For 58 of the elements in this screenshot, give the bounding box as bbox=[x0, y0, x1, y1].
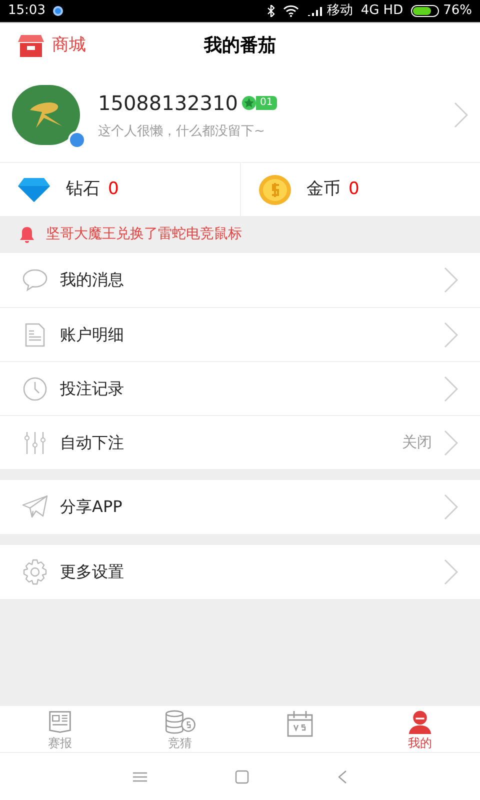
stat-value: 0 bbox=[348, 178, 360, 201]
calendar-icon bbox=[286, 710, 314, 738]
chevron-right-icon bbox=[444, 376, 458, 402]
chevron-right-icon bbox=[454, 102, 468, 128]
chevron-right-icon bbox=[444, 559, 458, 585]
chevron-right-icon bbox=[444, 267, 458, 293]
menu-label: 更多设置 bbox=[60, 561, 125, 583]
sliders-icon bbox=[23, 430, 47, 454]
profile-card[interactable]: 15088132310 01 这个人很懒，什么都没留下~ bbox=[0, 68, 480, 162]
app-notification-icon bbox=[53, 6, 64, 16]
menu-item[interactable]: 我的消息 bbox=[0, 253, 480, 307]
gear-icon bbox=[22, 559, 48, 585]
level-badge: 01 bbox=[256, 96, 277, 110]
star-icon bbox=[242, 96, 256, 110]
status-time: 15:03 bbox=[8, 2, 46, 20]
menu-value: 关闭 bbox=[402, 432, 432, 454]
signal-icon bbox=[306, 6, 323, 16]
shop-button[interactable]: 商城 bbox=[18, 32, 86, 58]
menu-label: 自动下注 bbox=[60, 432, 125, 454]
coin-icon bbox=[258, 174, 290, 204]
phone-number: 15088132310 bbox=[98, 90, 238, 118]
diamond-icon bbox=[18, 178, 50, 202]
menu-label: 我的消息 bbox=[60, 269, 125, 291]
coin-stack-icon bbox=[163, 710, 197, 734]
menu-item[interactable]: 分享APP bbox=[0, 480, 480, 534]
menu-label: 分享APP bbox=[60, 496, 124, 518]
stat-label: 金币 bbox=[306, 178, 340, 201]
notice-text: 坚哥大魔王兑换了雷蛇电竞鼠标 bbox=[46, 225, 242, 244]
newspaper-icon bbox=[47, 710, 73, 734]
chevron-right-icon bbox=[444, 494, 458, 520]
battery-icon bbox=[411, 5, 440, 17]
speech-bubble-icon bbox=[22, 268, 48, 292]
wifi-icon bbox=[282, 5, 299, 17]
menu-item[interactable]: 账户明细 bbox=[0, 307, 480, 361]
clock-icon bbox=[23, 376, 47, 400]
document-icon bbox=[24, 322, 46, 346]
tab[interactable]: 我的 bbox=[360, 706, 480, 752]
menu-label: 投注记录 bbox=[60, 378, 125, 400]
carrier-label: 移动 bbox=[326, 2, 353, 20]
menu-item[interactable]: 自动下注 关闭 bbox=[0, 415, 480, 469]
stat-value: 0 bbox=[108, 178, 119, 201]
stat-label: 钻石 bbox=[66, 178, 100, 201]
menu-item[interactable]: 更多设置 bbox=[0, 545, 480, 599]
shop-icon bbox=[18, 34, 44, 56]
bell-icon bbox=[20, 226, 34, 242]
menu-label: 账户明细 bbox=[60, 324, 125, 346]
network-label: 4G HD bbox=[360, 2, 404, 20]
menu-item[interactable]: 投注记录 bbox=[0, 361, 480, 415]
home-icon[interactable] bbox=[235, 770, 249, 784]
chevron-right-icon bbox=[444, 430, 458, 456]
profile-bio: 这个人很懒，什么都没留下~ bbox=[98, 123, 266, 142]
chevron-right-icon bbox=[444, 322, 458, 348]
paper-plane-icon bbox=[22, 495, 48, 519]
bluetooth-icon bbox=[266, 5, 275, 17]
page-title: 我的番茄 bbox=[204, 34, 276, 58]
menu-icon[interactable] bbox=[133, 772, 147, 782]
battery-percent: 76% bbox=[443, 2, 472, 20]
back-icon[interactable] bbox=[337, 770, 347, 784]
